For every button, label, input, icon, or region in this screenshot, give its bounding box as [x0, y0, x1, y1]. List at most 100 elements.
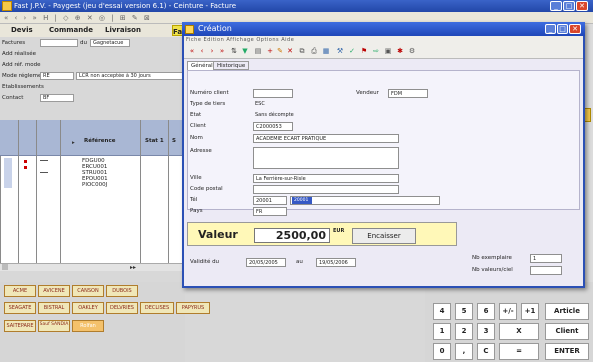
- first-record-icon[interactable]: «: [188, 47, 196, 56]
- horizontal-scrollbar[interactable]: [0, 263, 185, 271]
- input-date-to[interactable]: 19/05/2006: [316, 258, 356, 267]
- encaisser-button[interactable]: Encaisser: [352, 228, 416, 244]
- document-icon[interactable]: ▤: [254, 47, 262, 56]
- label-pays: Pays: [190, 208, 203, 214]
- tools-icon[interactable]: ⚒: [336, 47, 344, 56]
- customer-button[interactable]: ACME: [4, 285, 36, 297]
- numpad-key[interactable]: X: [499, 323, 539, 340]
- numpad-key[interactable]: =: [499, 343, 539, 360]
- sort-icon[interactable]: ⇅: [230, 47, 238, 56]
- dialog-minimize-button[interactable]: _: [545, 24, 556, 34]
- customer-button[interactable]: BISTRAL: [38, 302, 70, 314]
- value-etat: Sans décompte: [255, 112, 294, 118]
- input-factures[interactable]: [40, 39, 78, 47]
- input-nb-valeurs[interactable]: [530, 266, 562, 275]
- validate-icon[interactable]: ✓: [348, 47, 356, 56]
- customer-button[interactable]: PAPYRUS: [176, 302, 210, 314]
- input-mode-reglement[interactable]: RE: [40, 72, 74, 80]
- label-ville: Ville: [190, 175, 202, 181]
- add-icon[interactable]: +: [266, 47, 274, 56]
- input-mode-reglement-desc[interactable]: LCR non acceptée à 30 jours: [76, 72, 183, 80]
- grid-divider: [18, 120, 19, 270]
- input-date-from[interactable]: 20/05/2005: [246, 258, 286, 267]
- scroll-left-icon[interactable]: [2, 264, 8, 270]
- enter-button[interactable]: ENTER: [545, 343, 589, 360]
- last-record-icon[interactable]: »: [218, 47, 226, 56]
- numpad-key[interactable]: 1: [433, 323, 451, 340]
- input-numero[interactable]: [253, 89, 293, 98]
- row-selector[interactable]: [4, 158, 12, 188]
- copy-icon[interactable]: ⧉: [298, 47, 306, 56]
- numpad-key[interactable]: 3: [477, 323, 495, 340]
- dialog-close-button[interactable]: ✕: [569, 24, 581, 34]
- customer-button[interactable]: SEAGATE: [4, 302, 36, 314]
- grid-divider: [60, 120, 61, 270]
- input-contact[interactable]: BF: [40, 94, 74, 102]
- input-tel[interactable]: 20001: [253, 196, 287, 205]
- minimize-button[interactable]: _: [550, 1, 562, 11]
- valeur-amount[interactable]: 2500,00: [254, 228, 330, 243]
- print-icon[interactable]: ⎙: [310, 47, 318, 56]
- customer-button[interactable]: DUBOIS: [106, 285, 138, 297]
- grid-header-s[interactable]: S: [172, 138, 176, 144]
- numpad-key[interactable]: 5: [455, 303, 473, 320]
- filter-icon[interactable]: ▼: [241, 47, 249, 56]
- input-vendeur[interactable]: FDM: [388, 89, 428, 98]
- customer-button[interactable]: Rolfan: [72, 320, 104, 332]
- options-icon[interactable]: ✱: [396, 47, 404, 56]
- label-nom: Nom: [190, 135, 203, 141]
- numpad-key[interactable]: +1: [521, 303, 539, 320]
- settings-icon[interactable]: ⚙: [408, 47, 416, 56]
- scroll-right-icon[interactable]: ▸▸: [130, 264, 136, 271]
- tab-devis[interactable]: Devis: [11, 24, 33, 37]
- calculator-icon[interactable]: ▣: [384, 47, 392, 56]
- customer-button[interactable]: OAKLEY: [72, 302, 104, 314]
- grid-header-stat1[interactable]: Stat 1: [145, 138, 164, 144]
- input-pays[interactable]: FR: [253, 207, 287, 216]
- delete-icon[interactable]: ✕: [286, 47, 294, 56]
- input-nom[interactable]: ACADEMIE ECART PRATIQUE: [253, 134, 399, 143]
- customer-button[interactable]: SAITEPARE: [4, 320, 36, 332]
- dialog-menubar[interactable]: Fiche Edition Affichage Options Aide: [184, 36, 583, 45]
- numpad-key[interactable]: 0: [433, 343, 451, 360]
- dialog-maximize-button[interactable]: □: [557, 24, 568, 34]
- input-adresse[interactable]: [253, 147, 399, 169]
- numpad-key[interactable]: 2: [455, 323, 473, 340]
- tab-historique[interactable]: Historique: [213, 61, 250, 70]
- maximize-button[interactable]: □: [563, 1, 575, 11]
- flag-icon[interactable]: ⚑: [360, 47, 368, 56]
- input-code-postal[interactable]: [253, 185, 399, 194]
- tel2-selection: 20001: [292, 197, 312, 204]
- row-flag-icon: [24, 160, 27, 163]
- customer-button[interactable]: CANSON: [72, 285, 104, 297]
- previous-record-icon[interactable]: ‹: [198, 47, 206, 56]
- client-button[interactable]: Client: [545, 323, 589, 340]
- input-client[interactable]: C2000053: [253, 122, 293, 131]
- numpad-key[interactable]: +/-: [499, 303, 517, 320]
- next-record-icon[interactable]: ›: [208, 47, 216, 56]
- numpad-key[interactable]: C: [477, 343, 495, 360]
- grid-header-reference[interactable]: Référence: [84, 138, 115, 144]
- input-tel2[interactable]: [290, 196, 440, 205]
- tab-livraison[interactable]: Livraison: [105, 24, 141, 37]
- customer-button[interactable]: Sauf SANDIA: [38, 320, 70, 332]
- numpad-key[interactable]: ,: [455, 343, 473, 360]
- label-au: au: [296, 259, 303, 265]
- label-nb-valeurs: Nb valeurs/ciel: [472, 267, 513, 273]
- close-button[interactable]: ✕: [576, 1, 588, 11]
- chart-icon[interactable]: ▦: [322, 47, 330, 56]
- numpad-key[interactable]: 4: [433, 303, 451, 320]
- numpad-key[interactable]: 6: [477, 303, 495, 320]
- label-du: du: [80, 40, 87, 46]
- input-ville[interactable]: La Ferrière-sur-Risle: [253, 174, 399, 183]
- export-icon[interactable]: ⇨: [372, 47, 380, 56]
- edit-icon[interactable]: ✎: [276, 47, 284, 56]
- article-button[interactable]: Article: [545, 303, 589, 320]
- customer-button[interactable]: AVICENE: [38, 285, 70, 297]
- table-row[interactable]: PIOC000J: [82, 182, 107, 188]
- input-date-factures[interactable]: Gagnetacue: [90, 39, 130, 47]
- customer-button[interactable]: DECLISES: [140, 302, 174, 314]
- tab-commande[interactable]: Commande: [49, 24, 93, 37]
- customer-button[interactable]: DELVRIES: [106, 302, 138, 314]
- input-exemplaire[interactable]: 1: [530, 254, 562, 263]
